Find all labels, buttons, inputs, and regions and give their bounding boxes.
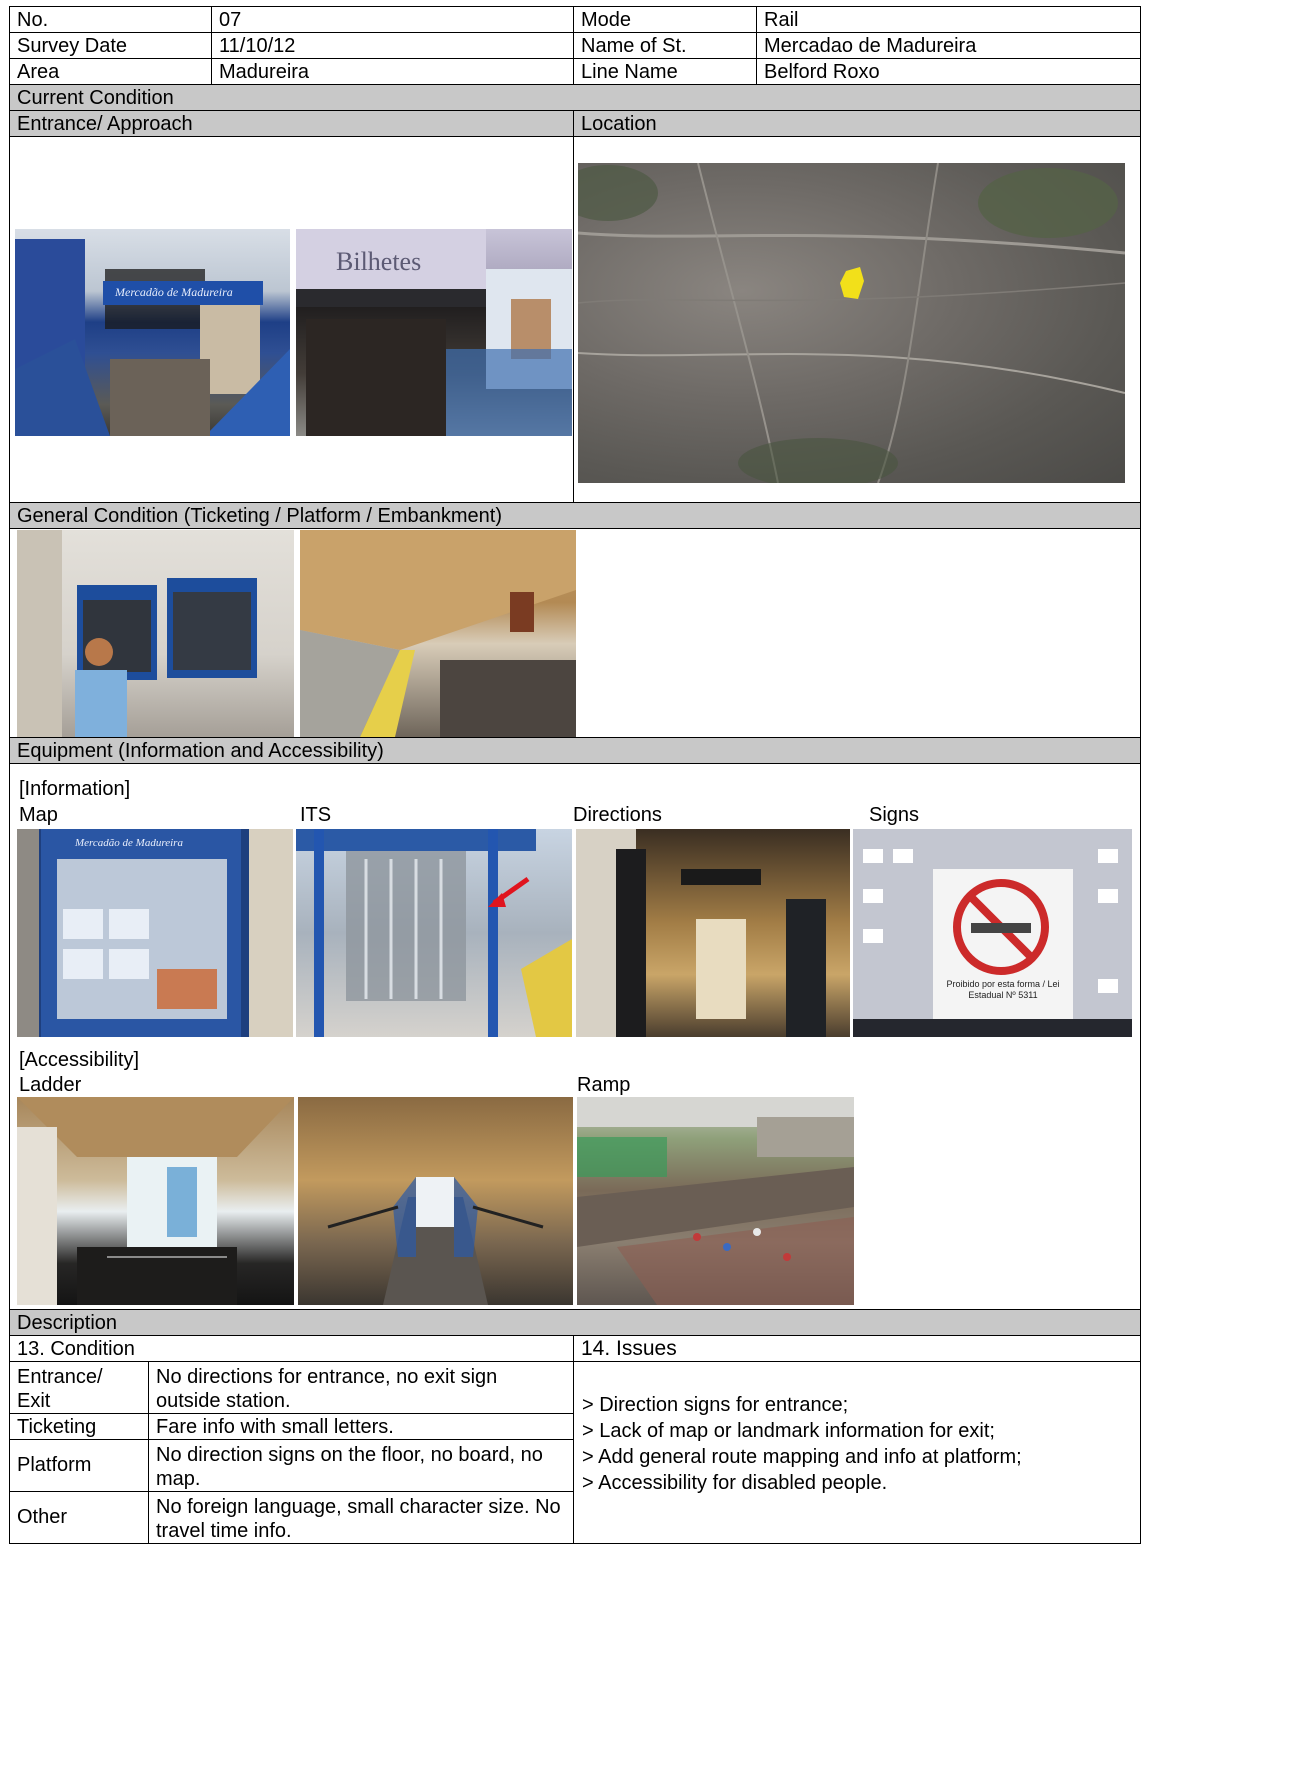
entrance-approach-header: Entrance/ Approach (9, 110, 574, 137)
stair-descent-illustration (327, 1177, 544, 1305)
mode-value: Rail (756, 6, 1141, 33)
survey-date-label: Survey Date (9, 32, 212, 59)
no-label: No. (9, 6, 212, 33)
ladder-photo-2 (298, 1097, 573, 1305)
ramp-label: Ramp (577, 1074, 631, 1096)
area-value: Madureira (211, 58, 574, 85)
map-poster-title: Mercadão de Madureira (75, 837, 183, 849)
issues-list: > Direction signs for entrance; > Lack o… (582, 1392, 1140, 1496)
fare-boards-illustration (17, 530, 257, 737)
no-smoking-sign-illustration (853, 829, 1132, 1037)
aerial-map-illustration (578, 163, 1125, 483)
station-name-value: Mercadao de Madureira (756, 32, 1141, 59)
turnstile-illustration (296, 829, 572, 1037)
issue-item: > Accessibility for disabled people. (582, 1472, 888, 1494)
condition-text-ticketing: Fare info with small letters. (148, 1413, 574, 1440)
accessibility-heading: [Accessibility] (19, 1049, 140, 1071)
issues-box: > Direction signs for entrance; > Lack o… (573, 1361, 1141, 1544)
entrance-sign-text: Mercadão de Madureira (115, 285, 233, 299)
description-header: Description (9, 1309, 1141, 1336)
ladder-photo-1 (17, 1097, 294, 1305)
issues-title: 14. Issues (573, 1335, 1141, 1362)
condition-label-platform: Platform (9, 1439, 149, 1492)
issue-item: > Lack of map or landmark information fo… (582, 1420, 995, 1442)
condition-text-other: No foreign language, small character siz… (148, 1491, 574, 1544)
issue-item: > Add general route mapping and info at … (582, 1446, 1022, 1468)
directions-photo (576, 829, 850, 1037)
ramp-photo (577, 1097, 854, 1305)
current-condition-header: Current Condition (9, 84, 1141, 111)
condition-label-other: Other (9, 1491, 149, 1544)
entrance-location-divider (573, 136, 574, 503)
general-condition-header: General Condition (Ticketing / Platform … (9, 502, 1141, 529)
equipment-header: Equipment (Information and Accessibility… (9, 737, 1141, 764)
entrance-photo-ticket-booth: Bilhetes (296, 229, 572, 436)
entrance-photo-stairs: Mercadão de Madureira (15, 229, 290, 436)
map-poster-illustration (17, 829, 293, 1037)
location-aerial-map (578, 163, 1125, 483)
station-name-label: Name of St. (573, 32, 757, 59)
entrance-stairs-illustration (15, 239, 290, 436)
mode-label: Mode (573, 6, 757, 33)
condition-title: 13. Condition (9, 1335, 574, 1362)
map-label: Map (19, 804, 58, 826)
general-photo-platform (300, 530, 576, 737)
location-header: Location (573, 110, 1141, 137)
line-name-value: Belford Roxo (756, 58, 1141, 85)
booth-brand-text: Bilhetes (336, 247, 422, 276)
map-photo: Mercadão de Madureira (17, 829, 293, 1037)
condition-label-entrance: Entrance/ Exit (9, 1361, 149, 1414)
directions-label: Directions (573, 804, 662, 826)
signs-label: Signs (869, 804, 920, 826)
area-label: Area (9, 58, 212, 85)
condition-text-platform: No direction signs on the floor, no boar… (148, 1439, 574, 1492)
issue-item: > Direction signs for entrance; (582, 1394, 849, 1416)
stair-hall-illustration (17, 1097, 294, 1305)
no-smoking-sign-text: Proibido por esta forma / Lei Estadual N… (946, 979, 1060, 1000)
signs-photo: Proibido por esta forma / Lei Estadual N… (853, 829, 1132, 1037)
its-label: ITS (300, 804, 332, 826)
survey-sheet: No. 07 Mode Rail Survey Date 11/10/12 Na… (0, 0, 1293, 1774)
market-ramp-illustration (577, 1097, 854, 1305)
ladder-label: Ladder (19, 1074, 82, 1096)
corridor-illustration (576, 829, 826, 1037)
condition-label-ticketing: Ticketing (9, 1413, 149, 1440)
platform-illustration (300, 530, 576, 737)
general-photo-fare-boards (17, 530, 294, 737)
condition-text-entrance: No directions for entrance, no exit sign… (148, 1361, 574, 1414)
its-photo (296, 829, 572, 1037)
survey-date-value: 11/10/12 (211, 32, 574, 59)
no-value: 07 (211, 6, 574, 33)
line-name-label: Line Name (573, 58, 757, 85)
information-heading: [Information] (19, 778, 131, 800)
